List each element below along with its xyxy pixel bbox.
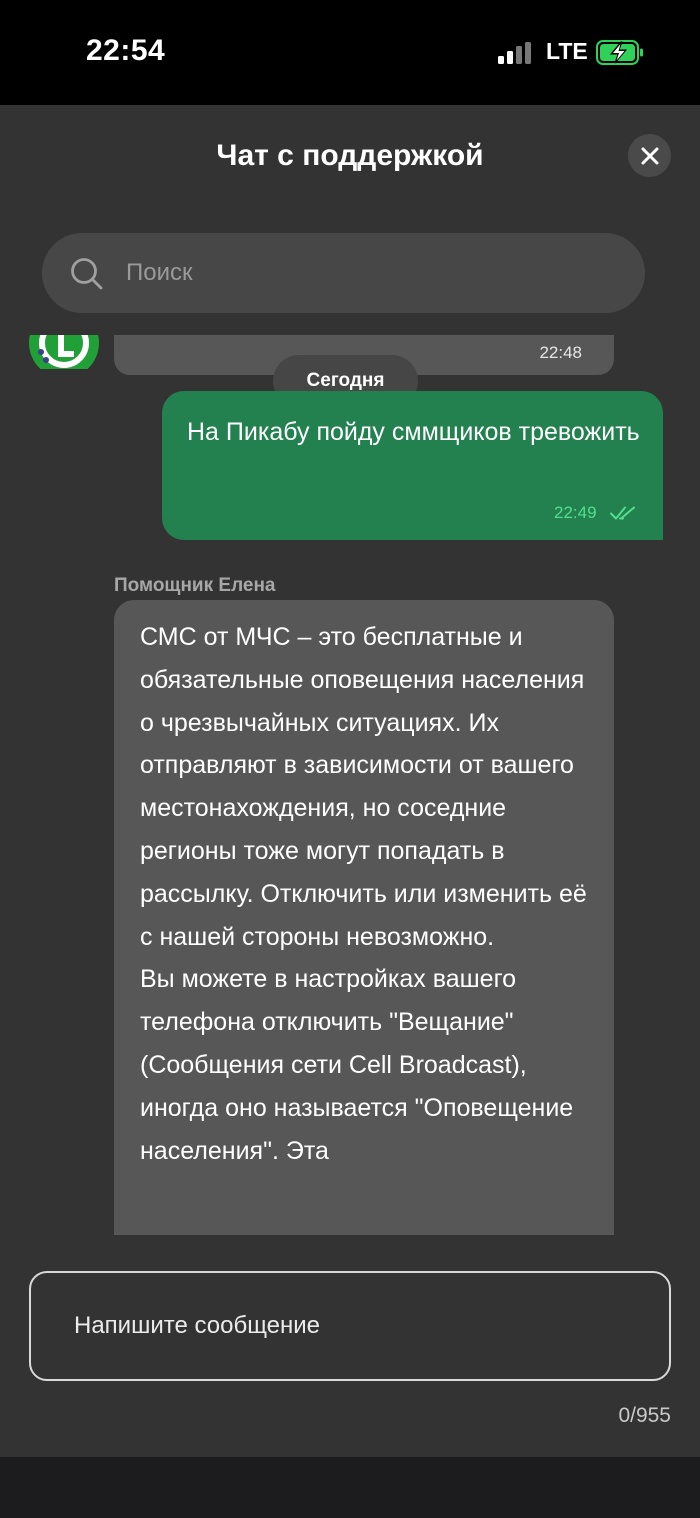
double-check-icon — [610, 506, 635, 520]
status-bar: 22:54 LTE — [0, 0, 700, 105]
close-button[interactable] — [628, 134, 671, 177]
page-title: Чат с поддержкой — [216, 139, 484, 172]
message-time: 22:49 — [554, 503, 597, 522]
support-avatar — [28, 335, 100, 369]
support-chat-panel: Чат с поддержкой 22:48 Сегодня — [0, 105, 700, 1457]
battery-charging-icon — [596, 40, 643, 65]
message-composer[interactable] — [29, 1271, 671, 1381]
character-counter: 0/955 — [618, 1404, 671, 1427]
bottom-bar — [0, 1457, 700, 1518]
search-icon — [71, 258, 103, 290]
sender-name: Помощник Елена — [114, 575, 276, 596]
message-text: СМС от МЧС – это бесплатные и обязательн… — [140, 623, 587, 1165]
status-time: 22:54 — [86, 34, 166, 67]
search-bar[interactable] — [42, 233, 645, 313]
outgoing-message-bubble[interactable]: На Пикабу пойду сммщиков тревожить 22:49 — [162, 391, 663, 540]
search-input[interactable] — [126, 233, 626, 313]
incoming-message-bubble[interactable]: СМС от МЧС – это бесплатные и обязательн… — [114, 600, 614, 1235]
sber-logo-icon — [29, 335, 99, 369]
close-icon — [641, 147, 658, 164]
network-type: LTE — [546, 38, 588, 64]
signal-icon — [498, 42, 534, 64]
chat-messages[interactable]: 22:48 Сегодня На Пикабу пойду сммщиков т… — [0, 335, 700, 1235]
message-text: На Пикабу пойду сммщиков тревожить — [187, 418, 640, 446]
message-input[interactable] — [74, 1273, 634, 1379]
message-time: 22:48 — [539, 343, 582, 362]
